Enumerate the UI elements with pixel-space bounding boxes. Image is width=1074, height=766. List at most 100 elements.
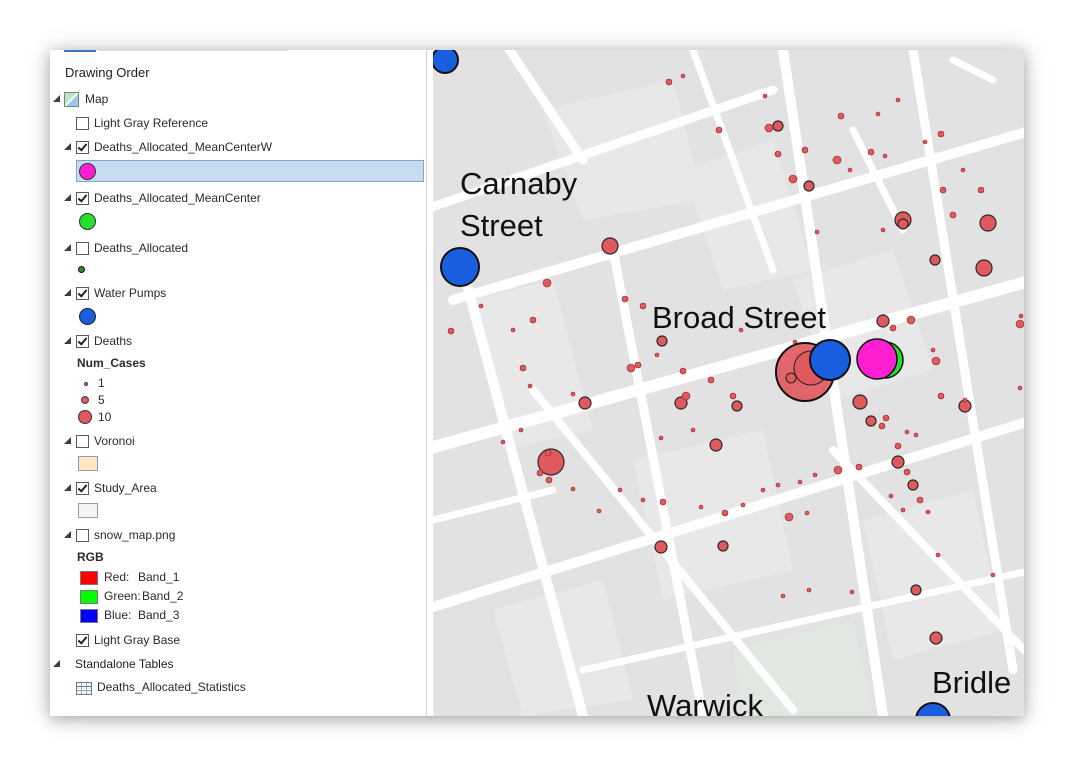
collapse-icon[interactable]: [64, 531, 71, 538]
death-marker[interactable]: [852, 394, 868, 410]
collapse-icon[interactable]: [64, 437, 71, 444]
death-marker[interactable]: [764, 123, 774, 133]
collapse-icon[interactable]: [64, 484, 71, 491]
layer-checkbox[interactable]: [76, 117, 89, 130]
death-marker[interactable]: [762, 93, 768, 99]
death-marker[interactable]: [665, 78, 673, 86]
death-marker[interactable]: [925, 509, 931, 515]
death-marker[interactable]: [804, 510, 810, 516]
collapse-icon[interactable]: [53, 95, 60, 102]
layer-checkbox[interactable]: [76, 482, 89, 495]
death-marker[interactable]: [801, 146, 809, 154]
broad-street-pump-marker[interactable]: [809, 339, 851, 381]
death-marker[interactable]: [731, 400, 743, 412]
death-marker[interactable]: [962, 397, 968, 403]
death-marker[interactable]: [876, 314, 890, 328]
death-marker[interactable]: [774, 150, 782, 158]
death-marker[interactable]: [897, 218, 909, 230]
water-pump-marker[interactable]: [440, 247, 480, 287]
death-marker[interactable]: [910, 584, 922, 596]
layer-light-gray-base[interactable]: Light Gray Base: [50, 631, 426, 651]
death-marker[interactable]: [447, 327, 455, 335]
death-marker[interactable]: [570, 391, 576, 397]
death-marker[interactable]: [639, 302, 647, 310]
death-marker[interactable]: [709, 438, 723, 452]
death-marker[interactable]: [529, 316, 537, 324]
death-marker[interactable]: [681, 391, 691, 401]
death-marker[interactable]: [679, 367, 687, 375]
death-marker[interactable]: [929, 631, 943, 645]
death-marker[interactable]: [1017, 385, 1023, 391]
deaths-class-symbol-small[interactable]: [84, 382, 88, 386]
death-marker[interactable]: [797, 479, 803, 485]
green-band-swatch-icon[interactable]: [80, 590, 98, 604]
death-marker[interactable]: [596, 508, 602, 514]
death-marker[interactable]: [578, 396, 592, 410]
death-marker[interactable]: [640, 497, 646, 503]
layer-checkbox[interactable]: [76, 634, 89, 647]
death-marker[interactable]: [772, 120, 784, 132]
layer-light-gray-reference[interactable]: Light Gray Reference: [50, 114, 426, 134]
layer-checkbox[interactable]: [76, 242, 89, 255]
death-marker[interactable]: [937, 130, 945, 138]
death-marker[interactable]: [907, 479, 919, 491]
death-marker[interactable]: [707, 376, 715, 384]
death-marker[interactable]: [780, 593, 786, 599]
death-marker[interactable]: [478, 303, 484, 309]
layer-water-pumps[interactable]: Water Pumps: [50, 284, 426, 304]
map-view[interactable]: Carnaby Street Broad Street Warwick Brid…: [433, 50, 1024, 716]
collapse-icon[interactable]: [64, 143, 71, 150]
collapse-icon[interactable]: [64, 337, 71, 344]
layer-deaths[interactable]: Deaths: [50, 332, 426, 352]
collapse-icon[interactable]: [53, 660, 60, 667]
death-marker[interactable]: [906, 315, 916, 325]
death-marker[interactable]: [990, 572, 996, 578]
death-marker[interactable]: [960, 167, 966, 173]
death-marker[interactable]: [659, 498, 667, 506]
collapse-icon[interactable]: [64, 289, 71, 296]
layer-snow-map[interactable]: snow_map.png: [50, 526, 426, 546]
death-marker[interactable]: [527, 383, 533, 389]
death-marker[interactable]: [903, 468, 911, 476]
red-band-swatch-icon[interactable]: [80, 571, 98, 585]
standalone-tables-group[interactable]: Standalone Tables: [50, 655, 426, 675]
death-marker[interactable]: [680, 73, 686, 79]
death-marker[interactable]: [626, 363, 636, 373]
death-marker[interactable]: [895, 97, 901, 103]
layer-checkbox[interactable]: [76, 287, 89, 300]
death-marker[interactable]: [937, 392, 945, 400]
death-marker[interactable]: [814, 229, 820, 235]
deaths-class-symbol-medium[interactable]: [81, 396, 89, 404]
death-marker[interactable]: [806, 587, 812, 593]
death-marker[interactable]: [658, 435, 664, 441]
death-marker[interactable]: [545, 476, 553, 484]
death-marker[interactable]: [803, 180, 815, 192]
death-marker[interactable]: [931, 356, 941, 366]
death-marker[interactable]: [882, 153, 888, 159]
death-marker[interactable]: [865, 415, 877, 427]
mean-center-symbol-icon[interactable]: [79, 213, 96, 230]
death-marker[interactable]: [570, 486, 576, 492]
death-marker[interactable]: [894, 442, 902, 450]
mean-center-w-symbol-icon[interactable]: [79, 163, 96, 180]
death-marker[interactable]: [740, 502, 746, 508]
death-marker[interactable]: [939, 186, 947, 194]
death-marker[interactable]: [855, 463, 863, 471]
death-marker[interactable]: [832, 155, 842, 165]
table-item-deaths-allocated-statistics[interactable]: Deaths_Allocated_Statistics: [50, 678, 426, 698]
death-marker[interactable]: [977, 186, 985, 194]
blue-band-swatch-icon[interactable]: [80, 609, 98, 623]
study-area-symbol-icon[interactable]: [78, 503, 98, 518]
death-marker[interactable]: [721, 509, 729, 517]
death-marker[interactable]: [833, 465, 843, 475]
deaths-allocated-symbol-icon[interactable]: [78, 266, 85, 273]
death-marker[interactable]: [690, 427, 696, 433]
death-marker[interactable]: [979, 214, 997, 232]
collapse-icon[interactable]: [64, 194, 71, 201]
death-marker[interactable]: [715, 126, 723, 134]
death-marker[interactable]: [935, 552, 941, 558]
deaths-class-symbol-large[interactable]: [78, 410, 92, 424]
collapse-icon[interactable]: [64, 244, 71, 251]
death-marker[interactable]: [847, 167, 853, 173]
layer-deaths-allocated[interactable]: Deaths_Allocated: [50, 239, 426, 259]
